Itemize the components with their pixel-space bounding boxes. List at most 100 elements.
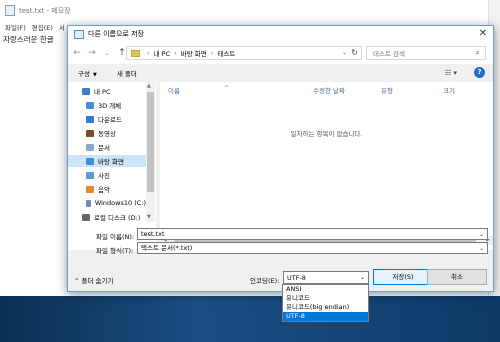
nav-item-label: 바탕 화면 bbox=[98, 158, 124, 166]
filename-label: 파일 이름(N): bbox=[96, 233, 135, 241]
nav-item-label: 3D 개체 bbox=[98, 102, 122, 110]
menu-file[interactable]: 파일(F) bbox=[5, 22, 26, 32]
nav-item[interactable]: 다운로드 bbox=[68, 113, 146, 125]
nav-item[interactable]: 문서 bbox=[68, 141, 146, 153]
navigation-bar: ← → ⌄ ↑ › 내 PC › 바탕 화면 › 테스트 ⌄ ↻ 테스트 검색 … bbox=[68, 42, 493, 64]
encoding-option-utf8[interactable]: UTF-8 bbox=[283, 312, 368, 321]
filename-value: test.txt bbox=[141, 230, 165, 238]
nav-item[interactable]: 3D 개체 bbox=[68, 99, 146, 111]
filename-dropdown-chevron-icon[interactable]: ⌄ bbox=[479, 229, 484, 240]
folder-icon bbox=[82, 213, 90, 221]
close-icon[interactable]: ✕ bbox=[479, 28, 487, 39]
nav-item-label: 내 PC bbox=[94, 88, 111, 96]
nav-item[interactable]: 동영상 bbox=[68, 127, 146, 139]
help-icon[interactable]: ? bbox=[474, 67, 485, 78]
column-headers: ^ 이름 수정한 날짜 유형 크기 bbox=[160, 82, 493, 96]
column-date-modified[interactable]: 수정한 날짜 bbox=[313, 85, 345, 95]
encoding-value: UTF-8 bbox=[287, 274, 306, 282]
recent-locations-chevron-icon[interactable]: ⌄ bbox=[101, 50, 113, 57]
folder-icon bbox=[82, 87, 90, 95]
nav-item-label: 동영상 bbox=[98, 130, 116, 138]
save-button[interactable]: 저장(S) bbox=[373, 269, 433, 285]
view-options-icon[interactable]: ☷ ▾ bbox=[445, 69, 457, 77]
folder-icon bbox=[86, 157, 94, 165]
folder-icon bbox=[131, 49, 140, 57]
menu-format[interactable]: 서 bbox=[59, 22, 65, 32]
hide-folders-button[interactable]: ⌃ 폴더 숨기기 bbox=[74, 275, 113, 285]
nav-item[interactable]: Windows10 (C:) bbox=[68, 197, 146, 209]
breadcrumb-test[interactable]: 테스트 bbox=[217, 48, 235, 58]
encoding-option-ansi[interactable]: ANSI bbox=[283, 285, 368, 294]
filename-row: 파일 이름(N): test.txt ⌄ bbox=[68, 228, 493, 241]
folder-icon bbox=[86, 199, 91, 207]
notepad-icon bbox=[5, 5, 15, 16]
menu-edit[interactable]: 편집(E) bbox=[32, 22, 53, 32]
cancel-button[interactable]: 취소 bbox=[427, 269, 487, 285]
scroll-up-icon[interactable]: ▲ bbox=[147, 83, 151, 89]
filename-input[interactable]: test.txt ⌄ bbox=[137, 228, 488, 240]
filetype-label: 파일 형식(T): bbox=[96, 247, 134, 255]
refresh-icon[interactable]: ↻ bbox=[351, 48, 358, 57]
encoding-option-unicode-big-endian[interactable]: 유니코드(big endian) bbox=[283, 303, 368, 312]
sort-ascending-icon: ^ bbox=[224, 85, 230, 92]
dialog-title: 다른 이름으로 저장 bbox=[88, 30, 144, 38]
command-bar: 구성 ▼ 새 폴더 ☷ ▾ ? bbox=[68, 64, 493, 82]
notepad-text: 자랑스러운 한글 bbox=[3, 35, 54, 44]
notepad-menubar: 파일(F) 편집(E) 서 bbox=[0, 22, 65, 32]
encoding-dropdown-chevron-icon[interactable]: ⌄ bbox=[360, 272, 365, 284]
folder-icon bbox=[86, 101, 94, 109]
search-icon: ⌕ bbox=[475, 48, 480, 57]
folder-icon bbox=[86, 129, 94, 137]
nav-item-label: 사진 bbox=[98, 172, 110, 180]
folder-icon bbox=[86, 143, 94, 151]
scroll-down-icon[interactable]: ▼ bbox=[147, 214, 151, 220]
breadcrumb-separator-icon[interactable]: › bbox=[147, 49, 150, 57]
search-input[interactable]: 테스트 검색 ⌕ bbox=[366, 46, 486, 60]
navigation-scrollbar[interactable]: ▲ ▼ bbox=[146, 82, 155, 222]
column-name[interactable]: 이름 bbox=[168, 85, 180, 95]
notepad-title: test.txt - 메모장 bbox=[19, 6, 71, 15]
breadcrumb-my-pc[interactable]: 내 PC bbox=[154, 48, 171, 58]
notepad-text-area[interactable]: 자랑스러운 한글 bbox=[3, 34, 54, 45]
filetype-select[interactable]: 텍스트 문서(*.txt) ⌄ bbox=[137, 242, 488, 254]
nav-item[interactable]: 바탕 화면 bbox=[68, 155, 146, 167]
back-arrow-icon[interactable]: ← bbox=[71, 48, 83, 58]
new-folder-button[interactable]: 새 폴더 bbox=[117, 68, 137, 78]
file-list: ^ 이름 수정한 날짜 유형 크기 일치하는 항목이 없습니다. ◀ ▶ bbox=[160, 82, 493, 250]
breadcrumb-separator-icon[interactable]: › bbox=[174, 49, 177, 57]
folder-icon bbox=[86, 115, 94, 123]
nav-item-label: 로컬 디스크 (D:) bbox=[94, 214, 141, 222]
folder-icon bbox=[86, 171, 94, 179]
desktop-background bbox=[0, 296, 500, 342]
encoding-dropdown-list: ANSI 유니코드 유니코드(big endian) UTF-8 bbox=[282, 284, 369, 322]
hide-folders-label: 폴더 숨기기 bbox=[81, 277, 114, 285]
filetype-value: 텍스트 문서(*.txt) bbox=[141, 244, 193, 252]
encoding-select[interactable]: UTF-8 ⌄ bbox=[283, 271, 369, 284]
address-bar[interactable]: › 내 PC › 바탕 화면 › 테스트 ⌄ ↻ bbox=[126, 46, 362, 60]
nav-item-label: 음악 bbox=[98, 186, 110, 194]
dialog-titlebar: 다른 이름으로 저장 ✕ bbox=[68, 26, 493, 42]
forward-arrow-icon[interactable]: → bbox=[86, 48, 98, 58]
breadcrumb-desktop[interactable]: 바탕 화면 bbox=[181, 48, 207, 58]
nav-item[interactable]: 사진 bbox=[68, 169, 146, 181]
notepad-icon bbox=[74, 29, 84, 39]
address-dropdown-chevron-icon[interactable]: ⌄ bbox=[342, 49, 347, 56]
chevron-down-icon: ▼ bbox=[92, 72, 97, 78]
filetype-dropdown-chevron-icon[interactable]: ⌄ bbox=[479, 243, 484, 254]
column-size[interactable]: 크기 bbox=[443, 85, 455, 95]
navigation-pane: 내 PC 3D 개체다운로드동영상문서바탕 화면사진음악 Windows10 (C:… bbox=[68, 82, 156, 250]
encoding-option-unicode[interactable]: 유니코드 bbox=[283, 294, 368, 303]
breadcrumb-separator-icon[interactable]: › bbox=[211, 49, 214, 57]
scrollbar-thumb[interactable] bbox=[147, 92, 154, 192]
notepad-titlebar: test.txt - 메모장 bbox=[0, 0, 500, 21]
folder-icon bbox=[86, 185, 94, 193]
column-type[interactable]: 유형 bbox=[381, 85, 393, 95]
nav-item[interactable]: 내 PC bbox=[68, 85, 146, 97]
empty-message: 일치하는 항목이 없습니다. bbox=[290, 130, 363, 138]
organize-button[interactable]: 구성 ▼ bbox=[78, 68, 97, 78]
nav-item-label: 다운로드 bbox=[98, 116, 122, 124]
save-as-dialog: 다른 이름으로 저장 ✕ ← → ⌄ ↑ › 내 PC › 바탕 화면 › 테스… bbox=[67, 25, 494, 292]
organize-label: 구성 bbox=[78, 70, 90, 78]
nav-item[interactable]: 음악 bbox=[68, 183, 146, 195]
nav-item[interactable]: 로컬 디스크 (D:) bbox=[68, 211, 146, 223]
